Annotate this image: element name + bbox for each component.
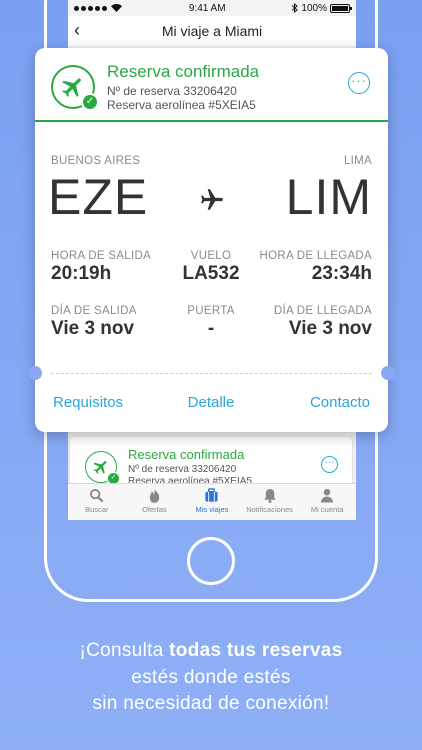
ticket-divider bbox=[51, 373, 372, 374]
departure-day: Vie 3 nov bbox=[51, 318, 135, 339]
departure-time-label: HORA DE SALIDA bbox=[51, 250, 152, 262]
airline-reservation: Reserva aerolínea #5XEIA5 bbox=[107, 98, 256, 112]
requirements-link[interactable]: Requisitos bbox=[53, 394, 123, 411]
ticket-notch bbox=[28, 366, 42, 380]
contact-link[interactable]: Contacto bbox=[310, 394, 370, 411]
tab-bar: Buscar Ofertas Mis viajes Notificaciones… bbox=[68, 483, 356, 520]
booking-status: Reserva confirmada bbox=[107, 62, 260, 81]
tab-label: Mi cuenta bbox=[310, 505, 344, 514]
reservation-number: Nº de reserva 33206420 bbox=[128, 464, 237, 475]
bell-icon bbox=[263, 488, 276, 503]
reservation-number: Nº de reserva 33206420 bbox=[107, 84, 237, 98]
more-options-icon[interactable]: ··· bbox=[348, 72, 370, 94]
tab-mis-viajes[interactable]: Mis viajes bbox=[183, 484, 241, 520]
wifi-icon bbox=[111, 4, 122, 12]
flight-status-badge: ✓ bbox=[51, 65, 99, 111]
tab-notificaciones[interactable]: Notificaciones bbox=[241, 484, 299, 520]
tab-ofertas[interactable]: Ofertas bbox=[126, 484, 184, 520]
arrival-day-label: DÍA DE LLEGADA bbox=[273, 305, 372, 317]
destination-city: LIMA bbox=[343, 155, 372, 167]
search-icon bbox=[90, 488, 104, 503]
suitcase-icon bbox=[205, 488, 219, 502]
origin-city: BUENOS AIRES bbox=[51, 155, 141, 167]
origin-code: EZE bbox=[48, 169, 149, 225]
tab-buscar[interactable]: Buscar bbox=[68, 484, 126, 520]
airplane-icon bbox=[201, 189, 223, 210]
signal-icon bbox=[74, 5, 107, 11]
battery-percent: 100% bbox=[301, 2, 327, 14]
tab-label: Mis viajes bbox=[195, 505, 229, 514]
tab-label: Buscar bbox=[85, 505, 109, 514]
status-bar: 9:41 AM 100% bbox=[68, 0, 356, 16]
promo-caption-line-2: estés donde estés bbox=[131, 667, 291, 688]
more-options-icon[interactable]: ··· bbox=[321, 456, 338, 473]
arrival-time-label: HORA DE LLEGADA bbox=[259, 250, 372, 262]
navigation-bar: ‹ Mi viaje a Miami bbox=[68, 16, 356, 46]
booking-card-header: ✓ Reserva confirmada Nº de reserva 33206… bbox=[35, 48, 388, 122]
status-time: 9:41 AM bbox=[188, 2, 226, 14]
flight-label: VUELO bbox=[190, 250, 232, 262]
departure-time: 20:19h bbox=[51, 263, 112, 284]
booking-status: Reserva confirmada bbox=[128, 447, 245, 462]
tab-label: Ofertas bbox=[142, 505, 167, 514]
page-title: Mi viaje a Miami bbox=[161, 23, 263, 39]
ticket-notch bbox=[381, 366, 395, 380]
airplane-icon bbox=[93, 461, 107, 474]
destination-code: LIM bbox=[285, 169, 372, 225]
tab-mi-cuenta[interactable]: Mi cuenta bbox=[298, 484, 356, 520]
back-chevron-icon[interactable]: ‹ bbox=[74, 20, 80, 40]
booking-card: ✓ Reserva confirmada Nº de reserva 33206… bbox=[28, 48, 395, 432]
bluetooth-icon bbox=[292, 3, 299, 13]
arrival-time: 23:34h bbox=[311, 263, 372, 284]
promo-caption-line-1: ¡Consulta todas tus reservas bbox=[79, 640, 343, 661]
check-icon: ✓ bbox=[81, 93, 99, 111]
flight-number: LA532 bbox=[182, 263, 240, 284]
user-icon bbox=[321, 488, 334, 503]
booking-list-item[interactable]: ✓ Reserva confirmada Nº de reserva 33206… bbox=[70, 437, 352, 485]
gate: - bbox=[207, 318, 215, 339]
flight-status-badge: ✓ bbox=[85, 451, 120, 485]
battery-icon bbox=[330, 3, 352, 13]
tab-label: Notificaciones bbox=[246, 505, 293, 514]
arrival-day: Vie 3 nov bbox=[288, 318, 372, 339]
departure-day-label: DÍA DE SALIDA bbox=[51, 305, 137, 317]
promo-caption-line-3: sin necesidad de conexión! bbox=[92, 693, 330, 714]
home-button[interactable] bbox=[187, 537, 235, 585]
detail-link[interactable]: Detalle bbox=[161, 394, 261, 411]
gate-label: PUERTA bbox=[187, 305, 235, 317]
flame-icon bbox=[149, 488, 160, 503]
